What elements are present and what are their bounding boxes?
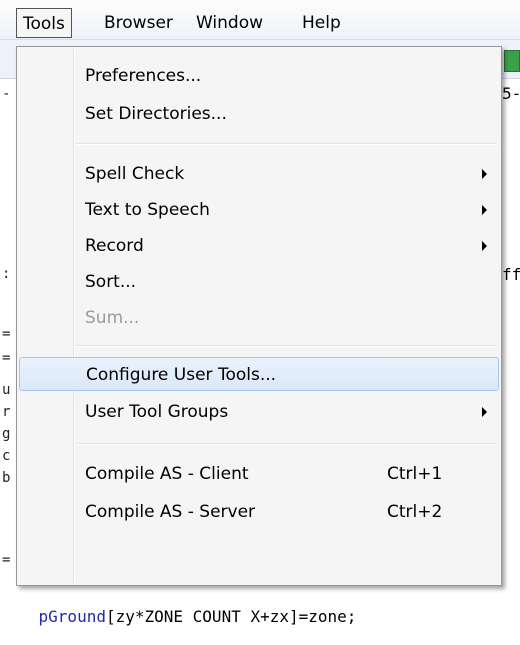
code-fragment: ff [502, 265, 520, 284]
menu-item-shortcut: Ctrl+2 [387, 502, 443, 522]
menu-item-compile-as-client[interactable]: Compile AS - Client Ctrl+1 [19, 457, 499, 491]
submenu-arrow-icon [482, 407, 487, 417]
gutter-mark: = [2, 552, 11, 568]
menu-tools[interactable]: Tools [16, 8, 72, 38]
menu-item-label: Spell Check [85, 164, 185, 184]
menu-item-sort[interactable]: Sort... [19, 265, 499, 299]
gutter-mark: c [2, 448, 11, 464]
submenu-arrow-icon [482, 241, 487, 251]
menu-item-label: Configure User Tools... [86, 365, 277, 385]
menu-item-spell-check[interactable]: Spell Check [19, 157, 499, 191]
gutter-mark: u [2, 382, 11, 398]
gutter-mark: - [2, 86, 11, 102]
menu-item-label: Preferences... [85, 66, 202, 86]
menu-separator [75, 443, 497, 445]
menu-item-configure-user-tools[interactable]: Configure User Tools... [19, 357, 499, 391]
menu-help[interactable]: Help [296, 8, 347, 38]
tools-dropdown-menu: Preferences... Set Directories... Spell … [16, 46, 502, 586]
menu-item-label: Compile AS - Server [85, 502, 256, 522]
menu-item-label: Text to Speech [85, 200, 210, 220]
menu-item-label: Sort... [85, 272, 137, 292]
code-line: pGround[zy*ZONE COUNT X+zx]=zone; [0, 588, 357, 645]
menu-item-shortcut: Ctrl+1 [387, 464, 443, 484]
menu-separator [75, 143, 497, 145]
menu-item-label: Record [85, 236, 144, 256]
menu-item-label: User Tool Groups [85, 402, 229, 422]
menu-item-label: Sum... [85, 308, 140, 328]
submenu-arrow-icon [482, 205, 487, 215]
toolbar-green-icon[interactable] [504, 50, 520, 72]
gutter-mark: b [2, 470, 11, 486]
menu-item-text-to-speech[interactable]: Text to Speech [19, 193, 499, 227]
gutter-mark: = [2, 350, 11, 366]
menu-separator [75, 345, 497, 347]
gutter-mark: r [2, 404, 11, 420]
menu-item-label: Compile AS - Client [85, 464, 249, 484]
menu-bar: Tools Browser Window Help [0, 0, 520, 40]
gutter-mark: = [2, 326, 11, 342]
code-fragment: 5- [502, 84, 520, 103]
submenu-arrow-icon [482, 169, 487, 179]
menu-item-user-tool-groups[interactable]: User Tool Groups [19, 395, 499, 429]
gutter-mark: : [2, 266, 11, 282]
menu-item-label: Set Directories... [85, 104, 227, 124]
menu-item-set-directories[interactable]: Set Directories... [19, 97, 499, 131]
menu-item-record[interactable]: Record [19, 229, 499, 263]
menu-item-sum: Sum... [19, 301, 499, 335]
gutter-mark: g [2, 426, 11, 442]
menu-item-compile-as-server[interactable]: Compile AS - Server Ctrl+2 [19, 495, 499, 529]
menu-browser[interactable]: Browser [98, 8, 179, 38]
menu-window[interactable]: Window [190, 8, 269, 38]
menu-item-preferences[interactable]: Preferences... [19, 59, 499, 93]
